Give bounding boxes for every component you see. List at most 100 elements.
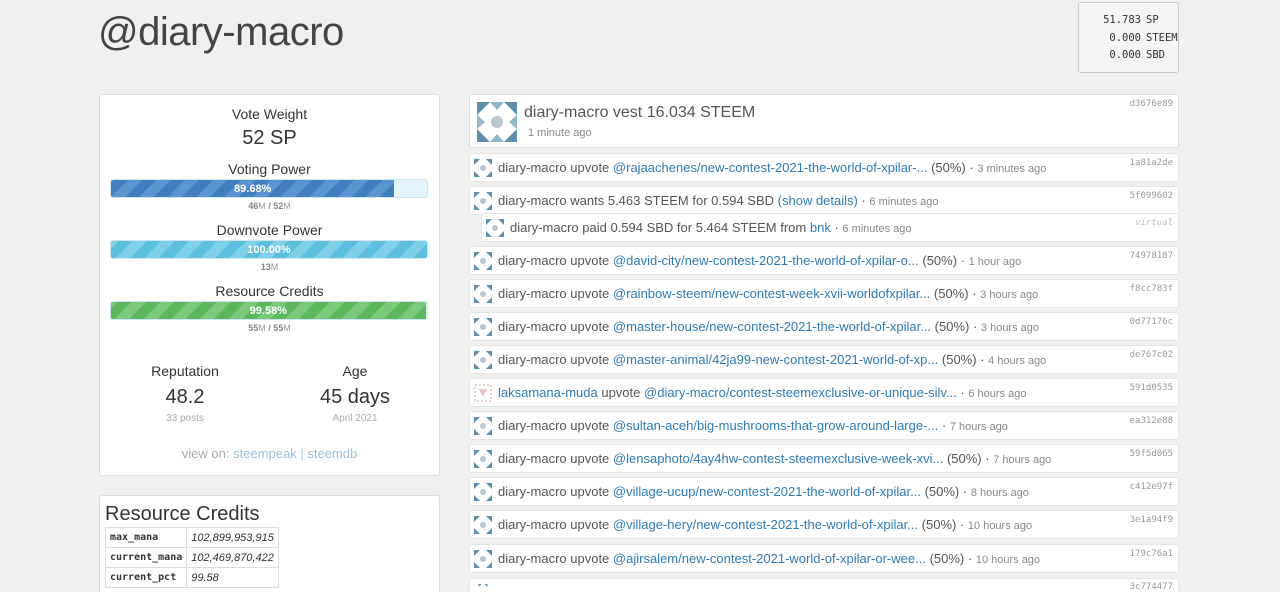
account-stats-card: Vote Weight 52 SP Voting Power 89.68% 46… — [99, 94, 440, 476]
steemdb-link[interactable]: steemdb — [307, 446, 357, 461]
feed-operation: diary-macro upvote @rainbow-steem/new-co… — [469, 279, 1179, 308]
vp-sub-b: 52 — [273, 201, 284, 211]
rc-value: 99.58 — [186, 567, 279, 588]
transaction-hash[interactable]: 3c774477 — [1130, 582, 1173, 592]
operation-actor: diary-macro — [498, 253, 567, 268]
identicon-avatar-icon[interactable] — [474, 351, 492, 369]
transaction-hash[interactable]: f8cc783f — [1130, 284, 1173, 294]
transaction-hash[interactable]: ea312e88 — [1130, 416, 1173, 426]
operation-link[interactable]: @village-ucup/new-contest-2021-the-world… — [613, 484, 921, 499]
operation-text: diary-macro upvote @david-city/new-conte… — [498, 253, 1022, 268]
age-date: April 2021 — [332, 413, 378, 424]
operation-verb: upvote — [570, 319, 610, 334]
steempeak-link[interactable]: steempeak — [233, 446, 297, 461]
feed-operation: diary-macro upvote @sultan-aceh/big-mush… — [469, 411, 1179, 440]
operation-weight: (50%) — [924, 484, 960, 499]
operation-link[interactable]: @master-house/new-contest-2021-the-world… — [613, 319, 931, 334]
feed-operation-partial: 3c774477 — [469, 578, 1179, 592]
transaction-hash[interactable]: de767c02 — [1130, 350, 1173, 360]
downvote-power-sub: 13M — [100, 262, 439, 272]
operation-time[interactable]: 3 hours ago — [981, 322, 1039, 334]
link-separator: | — [300, 446, 304, 461]
transaction-hash[interactable]: 1a81a2de — [1130, 158, 1173, 168]
transaction-hash[interactable]: 74978187 — [1130, 251, 1173, 261]
table-row: current_pct 99.58 — [104, 567, 279, 588]
operation-time[interactable]: 7 hours ago — [993, 454, 1051, 466]
identicon-avatar-icon[interactable] — [474, 584, 492, 592]
identicon-avatar-icon[interactable] — [477, 102, 517, 142]
operation-time[interactable]: 6 hours ago — [968, 388, 1026, 400]
operation-time[interactable]: 10 hours ago — [976, 554, 1040, 566]
operation-verb: upvote — [601, 385, 641, 400]
rc-sub-a-unit: M — [258, 323, 266, 333]
operation-link[interactable]: @master-animal/42ja99-new-contest-2021-w… — [613, 352, 938, 367]
age-block: Age 45 days April 2021 — [270, 363, 440, 424]
feed-operation: laksamana-muda upvote @diary-macro/conte… — [469, 378, 1179, 407]
identicon-avatar-icon[interactable] — [474, 159, 492, 177]
operation-link[interactable]: @rainbow-steem/new-contest-week-xvii-wor… — [613, 286, 930, 301]
identicon-avatar-icon[interactable] — [474, 252, 492, 270]
age-label: Age — [342, 363, 368, 379]
feed-operation: diary-macro upvote @lensaphoto/4ay4hw-co… — [469, 444, 1179, 473]
transaction-hash[interactable]: 5f099602 — [1130, 191, 1173, 201]
operation-time[interactable]: 3 hours ago — [980, 289, 1038, 301]
show-details-link[interactable]: (show details) — [778, 193, 858, 208]
operation-weight: (50%) — [921, 517, 957, 532]
identicon-avatar-icon[interactable] — [474, 384, 492, 402]
operation-time[interactable]: 6 minutes ago — [842, 223, 911, 235]
identicon-avatar-icon[interactable] — [486, 219, 504, 237]
transaction-hash[interactable]: 179c76a1 — [1130, 549, 1173, 559]
transaction-hash[interactable]: 59f5d065 — [1130, 449, 1173, 459]
identicon-avatar-icon[interactable] — [474, 318, 492, 336]
operation-text: diary-macro upvote @village-hery/new-con… — [498, 517, 1033, 532]
feed-operation: diary-macro upvote @master-house/new-con… — [469, 312, 1179, 341]
operation-link[interactable]: @diary-macro/contest-steemexclusive-or-u… — [644, 385, 957, 400]
resource-credits-percent: 99.58% — [249, 304, 287, 317]
identicon-avatar-icon[interactable] — [474, 516, 492, 534]
table-row: max_mana 102,899,953,915 — [104, 527, 279, 548]
operation-actor: diary-macro — [498, 484, 567, 499]
dp-sub-a: 13 — [260, 262, 271, 272]
top-operation-time[interactable]: 1 minute ago — [528, 127, 592, 139]
identicon-avatar-icon[interactable] — [474, 550, 492, 568]
transaction-hash[interactable]: 3e1a94f9 — [1130, 515, 1173, 525]
identicon-avatar-icon[interactable] — [474, 450, 492, 468]
voting-power-bar: 89.68% — [110, 179, 428, 198]
operation-time[interactable]: 8 hours ago — [971, 487, 1029, 499]
operation-time[interactable]: 3 minutes ago — [977, 163, 1046, 175]
operation-link[interactable]: bnk — [810, 220, 831, 235]
balance-currency: SP — [1146, 14, 1159, 26]
operation-actor: diary-macro — [498, 551, 567, 566]
transaction-hash[interactable]: 591d0535 — [1130, 383, 1173, 393]
page-title: @diary-macro — [98, 10, 344, 54]
identicon-avatar-icon[interactable] — [474, 417, 492, 435]
operation-time[interactable]: 10 hours ago — [968, 520, 1032, 532]
operation-time[interactable]: 4 hours ago — [988, 355, 1046, 367]
resource-credits-sub: 55M / 55M — [100, 323, 439, 333]
operation-link[interactable]: @sultan-aceh/big-mushrooms-that-grow-aro… — [613, 418, 938, 433]
operation-link[interactable]: @ajirsalem/new-contest-2021-world-of-xpi… — [613, 551, 926, 566]
operation-link[interactable]: @david-city/new-contest-2021-the-world-o… — [613, 253, 919, 268]
rc-table: max_mana 102,899,953,915 current_mana 102,… — [104, 527, 279, 588]
feed-operation: diary-macro upvote @village-ucup/new-con… — [469, 477, 1179, 506]
transaction-hash[interactable]: c412e97f — [1130, 482, 1173, 492]
rc-key: current_mana — [104, 547, 188, 568]
operation-time[interactable]: 1 hour ago — [969, 256, 1022, 268]
operation-link[interactable]: @lensaphoto/4ay4hw-contest-steemexclusiv… — [613, 451, 943, 466]
vote-weight-value: 52 SP — [242, 127, 297, 149]
operation-time[interactable]: 6 minutes ago — [869, 196, 938, 208]
transaction-hash[interactable]: 0d77176c — [1130, 317, 1173, 327]
vote-weight-label: Vote Weight — [231, 106, 308, 122]
transaction-hash[interactable]: d3676e89 — [1130, 99, 1173, 109]
identicon-avatar-icon[interactable] — [474, 285, 492, 303]
operation-verb: upvote — [570, 551, 610, 566]
rc-key: current_pct — [104, 567, 188, 588]
identicon-avatar-icon[interactable] — [474, 192, 492, 210]
operation-time[interactable]: 7 hours ago — [950, 421, 1008, 433]
operation-link[interactable]: @rajaachenes/new-contest-2021-the-world-… — [613, 160, 928, 175]
identicon-avatar-icon[interactable] — [474, 483, 492, 501]
operation-link[interactable]: @village-hery/new-contest-2021-the-world… — [613, 517, 918, 532]
feed-operation: diary-macro upvote @ajirsalem/new-contes… — [469, 544, 1179, 573]
top-operation-text: diary-macro vest 16.034 STEEM — [524, 104, 756, 121]
operation-actor-link[interactable]: laksamana-muda — [498, 385, 598, 400]
